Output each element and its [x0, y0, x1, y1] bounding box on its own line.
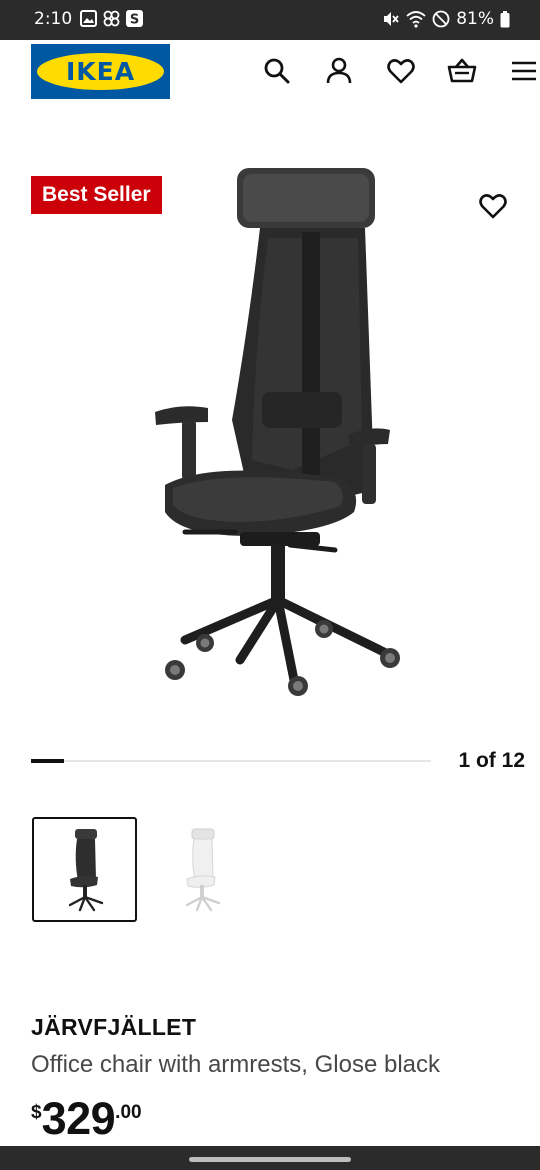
logo-text: IKEA [65, 57, 136, 86]
wishlist-heart-icon[interactable] [386, 56, 416, 86]
thumbnail-black-chair[interactable] [32, 817, 137, 922]
product-name: JÄRVFJÄLLET [31, 1014, 197, 1040]
battery-icon [500, 10, 510, 28]
pinwheel-icon [103, 10, 120, 27]
home-gesture-handle[interactable] [189, 1157, 351, 1162]
svg-text:S: S [130, 13, 139, 28]
price-currency: $ [31, 1102, 42, 1123]
s-app-icon: S [126, 10, 143, 28]
product-price: $ 329 .00 [31, 1094, 142, 1144]
price-decimal: .00 [115, 1102, 142, 1123]
thumbnail-white-chair[interactable] [148, 817, 253, 922]
battery-text: 81% [456, 9, 494, 29]
search-icon[interactable] [262, 56, 292, 86]
shopping-basket-icon[interactable] [447, 56, 477, 86]
wifi-icon [406, 10, 426, 28]
gallery-counter: 1 of 12 [458, 749, 525, 772]
price-integer: 329 [41, 1093, 116, 1144]
favorite-heart-icon[interactable] [478, 191, 508, 221]
status-bar: 2:10 S 81% [0, 0, 540, 40]
mute-icon [382, 10, 400, 28]
product-description: Office chair with armrests, Glose black [31, 1051, 441, 1078]
product-image-office-chair[interactable] [140, 160, 405, 700]
status-time: 2:10 [34, 9, 73, 29]
account-icon[interactable] [324, 56, 354, 86]
do-not-disturb-icon [432, 10, 450, 28]
gallery-progress-track [31, 759, 431, 763]
gallery-progress-fill [31, 759, 64, 763]
status-left-icons: S [80, 10, 143, 28]
gallery-icon [80, 10, 97, 27]
status-right-icons: 81% [382, 9, 510, 29]
ikea-logo[interactable]: IKEA [31, 44, 170, 99]
system-nav-bar [0, 1146, 540, 1170]
menu-icon[interactable] [509, 56, 539, 86]
